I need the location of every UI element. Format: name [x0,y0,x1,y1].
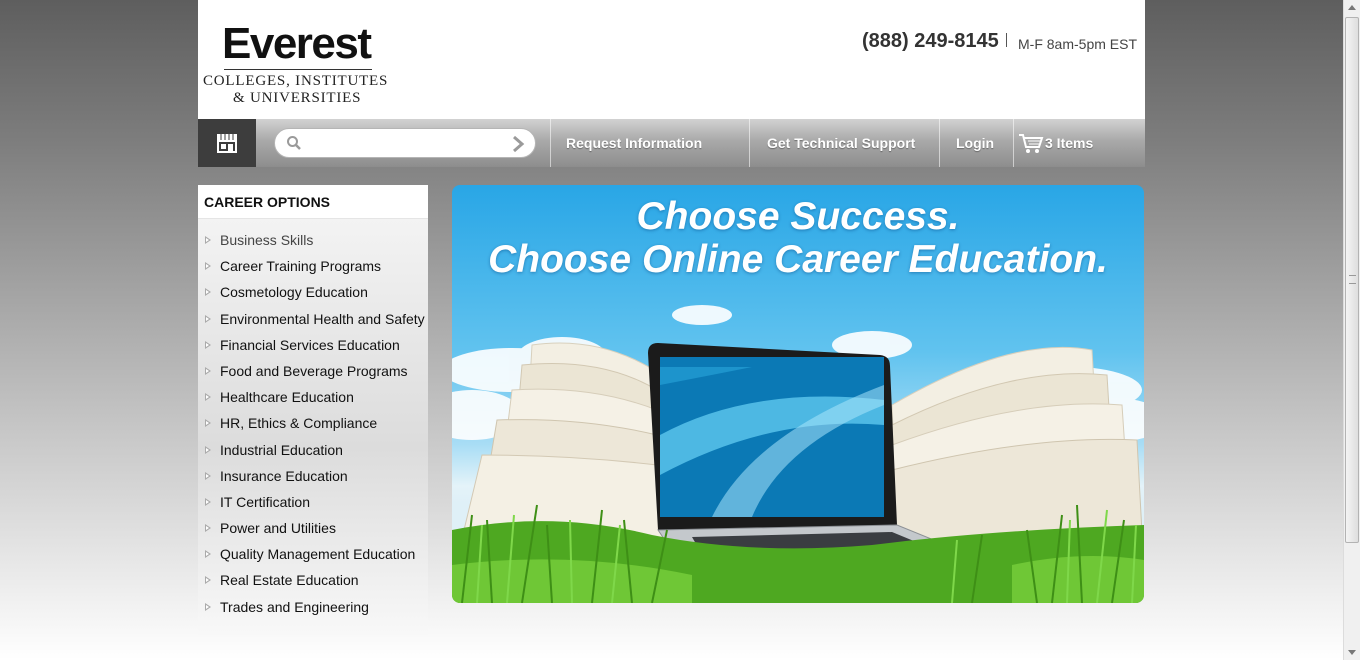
sidebar-item-industrial[interactable]: Industrial Education [198,437,428,463]
triangle-right-icon [205,366,211,375]
technical-support-link[interactable]: Get Technical Support [767,119,915,167]
sidebar-body: Business Skills Career Training Programs… [198,219,428,635]
nav-divider [1013,119,1014,167]
triangle-right-icon [205,340,211,349]
support-hours: M-F 8am-5pm EST [1018,36,1138,52]
nav-divider [939,119,940,167]
phone-divider [1006,33,1007,47]
sidebar-item-environmental-health[interactable]: Environmental Health and Safety [198,306,428,332]
search-icon [287,136,301,150]
sidebar-item-hr-ethics[interactable]: HR, Ethics & Compliance [198,410,428,436]
triangle-right-icon [205,550,211,559]
page-container: Everest COLLEGES, INSTITUTES & UNIVERSIT… [198,0,1145,660]
scroll-up-arrow-icon[interactable] [1348,5,1356,10]
sidebar-item-label: Cosmetology Education [220,284,368,301]
sidebar-item-it-certification[interactable]: IT Certification [198,489,428,515]
shopping-cart-icon[interactable] [1018,132,1044,154]
sidebar-item-trades-engineering[interactable]: Trades and Engineering [198,594,428,620]
hero-headline-line2: Choose Online Career Education. [488,238,1108,281]
phone-number: (888) 249-8145 [862,30,999,52]
sidebar-item-power-utilities[interactable]: Power and Utilities [198,515,428,541]
triangle-right-icon [205,471,211,480]
hero-headline-line1: Choose Success. [636,195,960,238]
sidebar-title: CAREER OPTIONS [198,185,428,219]
main-navbar: Request Information Get Technical Suppor… [198,119,1145,167]
site-header: Everest COLLEGES, INSTITUTES & UNIVERSIT… [198,0,1145,119]
cart-link[interactable]: 3 Items [1045,119,1093,167]
triangle-right-icon [205,236,211,244]
sidebar-item-label: Insurance Education [220,467,348,484]
sidebar-item-career-training[interactable]: Career Training Programs [198,253,428,279]
logo-tagline-line2: & UNIVERSITIES [233,90,362,106]
scroll-down-arrow-icon[interactable] [1348,650,1356,655]
chevron-right-icon[interactable] [511,135,525,153]
sidebar-item-label: Trades and Engineering [220,598,369,615]
scroll-grip-icon [1349,275,1356,284]
logo-tagline-line1: COLLEGES, INSTITUTES [203,73,389,89]
sidebar-item-label: Food and Beverage Programs [220,362,408,379]
sidebar-item-healthcare[interactable]: Healthcare Education [198,384,428,410]
sidebar-item-business-skills[interactable]: Business Skills [198,227,428,253]
sidebar-item-real-estate[interactable]: Real Estate Education [198,567,428,593]
nav-divider [749,119,750,167]
sidebar-item-label: Real Estate Education [220,572,359,589]
vertical-scrollbar[interactable] [1343,0,1360,660]
sidebar-item-label: Career Training Programs [220,258,382,275]
sidebar-item-label: Business Skills [220,232,314,248]
sidebar-item-label: Power and Utilities [220,520,336,537]
login-link[interactable]: Login [956,119,994,167]
sidebar-item-food-beverage[interactable]: Food and Beverage Programs [198,358,428,384]
sidebar-item-quality-management[interactable]: Quality Management Education [198,541,428,567]
search-input[interactable] [309,134,503,154]
career-options-sidebar: CAREER OPTIONS Business Skills Career Tr… [198,185,428,635]
sidebar-item-insurance[interactable]: Insurance Education [198,463,428,489]
triangle-right-icon [205,602,211,611]
triangle-right-icon [205,288,211,297]
scroll-thumb[interactable] [1345,17,1359,543]
triangle-right-icon [205,419,211,428]
sidebar-item-label: HR, Ethics & Compliance [220,415,378,432]
search-box [274,128,536,158]
sidebar-item-financial-services[interactable]: Financial Services Education [198,332,428,358]
triangle-right-icon [205,524,211,533]
storefront-icon [217,134,237,153]
triangle-right-icon [205,497,211,506]
sidebar-item-cosmetology[interactable]: Cosmetology Education [198,279,428,305]
logo-rule [224,69,372,70]
triangle-right-icon [205,445,211,454]
sidebar-item-label: Financial Services Education [220,336,400,353]
sidebar-item-label: Quality Management Education [220,546,416,563]
triangle-right-icon [205,314,211,323]
sidebar-item-label: Environmental Health and Safety [220,310,425,327]
triangle-right-icon [205,576,211,585]
triangle-right-icon [205,262,211,271]
store-button[interactable] [198,119,256,167]
hero-banner[interactable]: Choose Success. Choose Online Career Edu… [452,185,1144,603]
sidebar-item-label: Industrial Education [220,441,343,458]
logo-wordmark: Everest [222,19,372,68]
career-options-list: Business Skills Career Training Programs… [198,219,428,620]
sidebar-item-label: IT Certification [220,493,310,510]
sidebar-item-label: Healthcare Education [220,389,354,406]
nav-divider [550,119,551,167]
triangle-right-icon [205,393,211,402]
request-information-link[interactable]: Request Information [566,119,702,167]
